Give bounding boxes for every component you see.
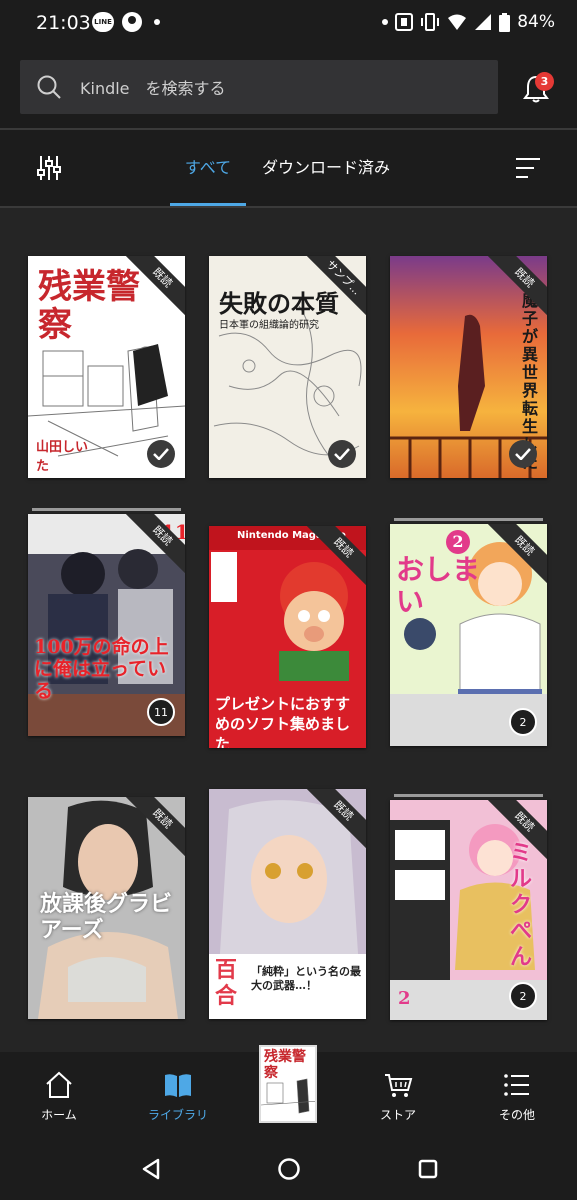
status-dot-icon [382,19,389,25]
filter-sliders-icon[interactable] [36,154,62,182]
mini-cover-art [261,1078,315,1114]
book-cover[interactable]: 私、魔子が異世界転生したっぽ 既読 [390,256,547,478]
status-time: 21:03 [36,12,91,34]
back-icon[interactable] [140,1158,162,1180]
library-book-icon [165,1074,191,1097]
volume-count-badge: 2 [509,708,537,736]
nav-more[interactable]: その他 [467,1070,567,1123]
book-title: 放課後グラビアーズ [40,891,173,943]
search-input[interactable]: Kindle を検索する [80,75,226,99]
nav-store-label: ストア [379,1108,416,1122]
nav-library[interactable]: ライブラリ [128,1070,228,1123]
vibrate-icon [421,13,440,31]
volume-count-badge: 11 [147,698,175,726]
book-title: ミルクぺん [510,840,533,970]
downloaded-check-icon [328,440,356,468]
home-circle-icon[interactable] [277,1157,301,1181]
system-navigation-bar [0,1138,577,1200]
nav-more-label: その他 [498,1108,535,1122]
sort-icon[interactable] [515,157,541,179]
home-icon [46,1071,72,1098]
battery-percent: 84% [517,12,555,32]
book-cover[interactable]: おしまい 2 既読 2 [390,524,547,746]
book-volume: 2 [446,530,470,554]
book-cover[interactable]: ミルクぺん 2 既読 2 [390,800,547,1020]
book-cover[interactable]: 残業警察 山田しいた 既読 [28,256,185,478]
volume-count-badge: 2 [509,982,537,1010]
book-title: 100万の命の上に俺は立っている [34,636,169,702]
book-cover[interactable]: 失敗の本質 日本軍の組織論的研究 サンプ... [209,256,366,478]
tabs-divider [0,206,577,208]
book-tagline: 「純粋」という名の最大の武器…！ [251,965,361,992]
nfc-icon [395,13,414,31]
book-author: 山田しいた [36,440,89,474]
book-title: 残業警察 [38,267,140,345]
nav-home-label: ホーム [41,1108,77,1122]
more-notifications-dot-icon [154,19,160,25]
book-subtitle: 日本軍の組織論的研究 [219,320,319,331]
nav-library-label: ライブラリ [147,1108,208,1122]
book-title: おしまい [396,553,481,618]
wifi-icon [448,14,467,30]
nav-home[interactable]: ホーム [9,1070,109,1123]
tab-all[interactable]: すべて [170,130,246,206]
app-header: Kindle を検索する 3 [0,46,577,128]
book-title: 百合 [215,957,238,1009]
book-title: プレゼントにおすすめのソフト集めました [215,695,351,748]
book-title: 失敗の本質 [219,289,339,318]
notification-count-badge: 3 [535,72,554,91]
series-stack-indicator [394,794,543,797]
search-bar[interactable]: Kindle を検索する [20,60,498,114]
menu-list-icon [504,1074,529,1096]
book-cover[interactable]: 100万の命の上に俺は立っている 11 既読 11 [28,514,185,736]
downloaded-check-icon [509,440,537,468]
book-cover[interactable]: 放課後グラビアーズ 既読 [28,797,185,1019]
nav-store[interactable]: ストア [348,1070,448,1123]
book-volume: 2 [398,988,411,1009]
series-stack-indicator [32,508,181,511]
recents-square-icon[interactable] [418,1159,438,1179]
search-icon [37,75,61,99]
series-stack-indicator [394,518,543,521]
status-bar: 21:03 LINE 84% [0,0,577,46]
library-tabs: すべて ダウンロード済み [0,130,577,206]
now-reading-mini-cover[interactable]: 残業警察 [259,1045,317,1123]
book-cover[interactable]: Nintendo Magazine プレゼントにおすすめのソフト集めました 既読 [209,526,366,748]
downloaded-check-icon [147,440,175,468]
battery-icon [499,12,511,32]
cart-icon [385,1074,413,1097]
line-app-icon: LINE [92,12,114,32]
signal-icon [475,14,492,30]
tab-downloaded[interactable]: ダウンロード済み [262,130,390,206]
book-cover[interactable]: 百合 「純粋」という名の最大の武器…！ 既読 [209,789,366,1019]
account-icon [122,12,142,32]
